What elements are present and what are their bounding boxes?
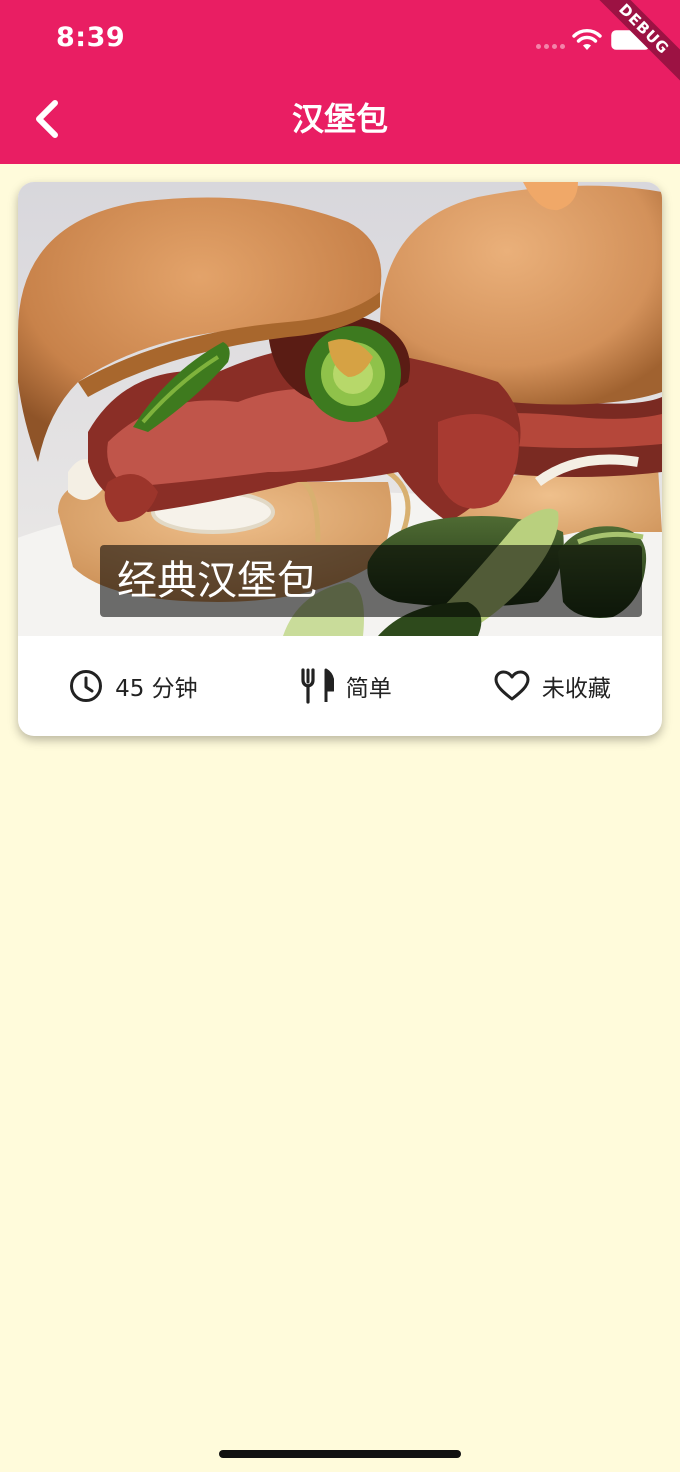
difficulty-label: 简单	[345, 676, 392, 702]
home-indicator[interactable]	[219, 1450, 461, 1458]
app-bar: 8:39 DEBUG 汉堡包	[0, 0, 680, 164]
duration-info: 45 分钟	[69, 669, 198, 703]
favorite-label: 未收藏	[541, 676, 611, 702]
status-time: 8:39	[56, 22, 126, 53]
difficulty-info: 简单	[300, 668, 392, 704]
wifi-icon	[572, 29, 602, 50]
heart-outline-icon[interactable]	[494, 670, 530, 702]
page-title: 汉堡包	[291, 100, 388, 138]
burger-photo: 经典汉堡包	[18, 182, 662, 636]
favorite-info[interactable]: 未收藏	[494, 669, 611, 703]
recipe-card[interactable]: 经典汉堡包 45 分钟 简单 未收藏	[18, 182, 662, 736]
duration-label: 45 分钟	[115, 676, 198, 702]
fork-knife-icon	[301, 668, 334, 704]
recipe-info-row: 45 分钟 简单 未收藏	[18, 636, 662, 736]
clock-icon	[70, 670, 103, 702]
cellular-signal-icon	[536, 44, 565, 49]
recipe-name: 经典汉堡包	[100, 545, 642, 617]
